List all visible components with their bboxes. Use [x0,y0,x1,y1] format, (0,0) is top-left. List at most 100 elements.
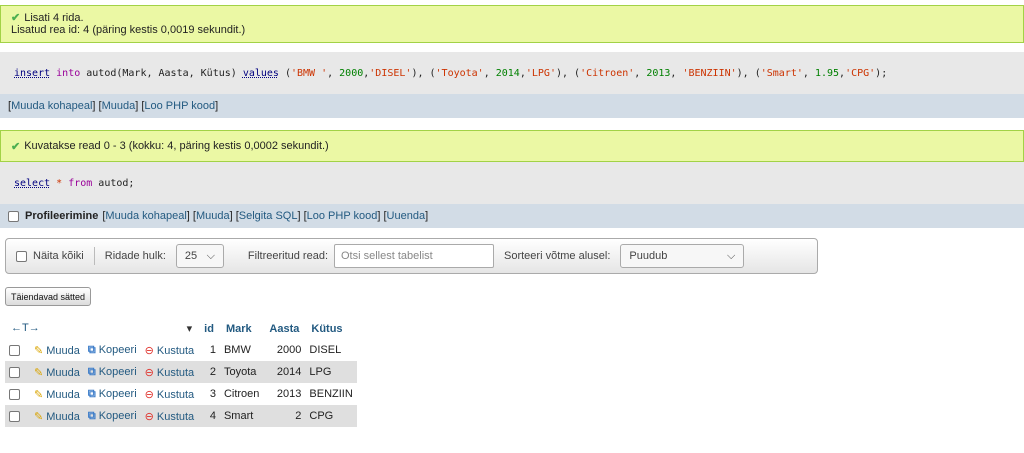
row-checkbox[interactable] [9,410,20,422]
cell-id[interactable]: 2 [198,361,220,383]
show-all-checkbox[interactable] [16,250,27,262]
edit-link[interactable]: Muuda [102,100,136,112]
sort-by-key-label: Sorteeri võtme alusel: [504,250,611,262]
sql-token: 1.95 [814,67,840,79]
edit-inline-link[interactable]: Muuda kohapeal [11,100,92,112]
sql-token: 'DISEL' [369,67,412,79]
cell-aasta[interactable]: 2000 [263,339,306,361]
edit-inline-link[interactable]: Muuda kohapeal [105,210,186,222]
sql-token[interactable]: insert [14,68,50,79]
pencil-icon: ✎ [34,410,44,423]
cell-mark[interactable]: BMW [219,339,264,361]
delete-action[interactable]: ⊖ Kustuta [140,339,199,361]
create-php-code-link[interactable]: Loo PHP kood [144,100,215,112]
sql-token: 'BMW ' [290,67,328,79]
cell-id[interactable]: 4 [198,405,220,427]
sql-token: 'LPG' [525,67,556,79]
extra-options-button[interactable]: Täiendavad sätted [5,287,92,306]
table-row: ✎ Muuda ⧉ Kopeeri ⊖ Kustuta 2 Toyota 2014 L… [5,361,357,383]
filter-rows-input[interactable]: Otsi sellest tabelist [334,244,494,268]
chevron-down-icon: ⌵ [727,249,736,262]
create-php-code-link[interactable]: Loo PHP kood [307,210,378,222]
insert-success-subtitle: Lisatud rea id: 4 (päring kestis 0,0019 … [11,24,246,36]
sql-token: , [483,67,496,79]
edit-link[interactable]: Muuda [196,210,230,222]
sql-keyword-select[interactable]: select [14,178,50,189]
profiling-label: Profileerimine [25,210,99,222]
delete-action[interactable]: ⊖ Kustuta [140,383,199,405]
sql-token: 2000 [339,67,364,79]
select-success-message: ✔ Kuvatakse read 0 - 3 (kokku: 4, päring … [0,130,1024,162]
cell-kytus[interactable]: DISEL [305,339,357,361]
sql-token: ), ( [555,67,581,79]
pencil-icon: ✎ [34,344,44,357]
column-header-mark[interactable]: Mark [219,318,264,339]
delete-icon: ⊖ [144,388,154,401]
delete-action[interactable]: ⊖ Kustuta [140,361,199,383]
copy-action[interactable]: ⧉ Kopeeri [83,339,141,361]
insert-sql-query: insert into autod(Mark, Aasta, Kütus) va… [0,52,1024,94]
rows-count-label: Ridade hulk: [104,250,166,262]
cell-aasta[interactable]: 2 [263,405,306,427]
insert-success-title: Lisati 4 rida. [24,12,84,24]
table-row: ✎ Muuda ⧉ Kopeeri ⊖ Kustuta 4 Smart 2 CPG [5,405,357,427]
sql-token[interactable]: values [243,68,279,79]
sql-token: 'Citroen' [580,67,635,79]
cell-aasta[interactable]: 2014 [263,361,306,383]
column-header-aasta[interactable]: Aasta [263,318,306,339]
checkmark-icon: ✔ [11,12,21,24]
edit-action[interactable]: ✎ Muuda [30,405,84,427]
sort-dropdown-icon[interactable]: ▾ [187,322,193,335]
copy-action[interactable]: ⧉ Kopeeri [83,383,141,405]
sql-token: 'Toyota' [435,67,484,79]
column-header-kytus[interactable]: Kütus [305,318,357,339]
copy-action[interactable]: ⧉ Kopeeri [83,361,141,383]
sql-token: 'CPG' [845,67,876,79]
rows-count-select[interactable]: 25 ⌵ [175,244,224,268]
cell-aasta[interactable]: 2013 [263,383,306,405]
row-checkbox[interactable] [9,388,20,400]
sql-token: , [670,67,683,79]
copy-icon: ⧉ [87,343,96,356]
delete-action[interactable]: ⊖ Kustuta [140,405,199,427]
row-checkbox[interactable] [9,366,20,378]
copy-icon: ⧉ [87,409,96,422]
sql-token: , [327,67,340,79]
column-header-id[interactable]: id [198,318,220,339]
cell-mark[interactable]: Toyota [219,361,264,383]
explain-sql-link[interactable]: Selgita SQL [239,210,298,222]
pencil-icon: ✎ [34,366,44,379]
edit-action[interactable]: ✎ Muuda [30,339,84,361]
cell-mark[interactable]: Smart [219,405,264,427]
cell-mark[interactable]: Citroen [219,383,264,405]
chevron-down-icon: ⌵ [206,249,215,262]
row-checkbox[interactable] [9,344,20,356]
sql-token: 2014 [495,67,520,79]
copy-action[interactable]: ⧉ Kopeeri [83,405,141,427]
profiling-checkbox[interactable] [8,210,19,222]
sql-token: 'BENZIIN' [682,67,737,79]
sql-token: ); [875,67,888,79]
cell-kytus[interactable]: BENZIIN [305,383,357,405]
cell-kytus[interactable]: CPG [305,405,357,427]
delete-icon: ⊖ [144,366,154,379]
pencil-icon: ✎ [34,388,44,401]
sql-token: ), ( [411,67,436,79]
table-navigation-bar: Näita kõiki Ridade hulk: 25 ⌵ Filtreerit… [5,238,818,274]
sql-token: into [56,67,81,79]
column-arrows-icon[interactable]: ←T→ [11,322,40,334]
sql-token: ( [278,67,291,79]
sql-token: ), ( [736,67,761,79]
select-sql-query: select * from autod; [0,162,1024,204]
refresh-link[interactable]: Uuenda [387,210,426,222]
table-row: ✎ Muuda ⧉ Kopeeri ⊖ Kustuta 1 BMW 2000 DISE… [5,339,357,361]
edit-action[interactable]: ✎ Muuda [30,361,84,383]
edit-action[interactable]: ✎ Muuda [30,383,84,405]
cell-kytus[interactable]: LPG [305,361,357,383]
cell-id[interactable]: 3 [198,383,220,405]
cell-id[interactable]: 1 [198,339,220,361]
insert-success-message: ✔ Lisati 4 rida. Lisatud rea id: 4 (pärin… [0,5,1024,43]
sql-token: , [802,67,815,79]
sort-by-key-select[interactable]: Puudub ⌵ [620,244,745,268]
divider [93,247,95,265]
